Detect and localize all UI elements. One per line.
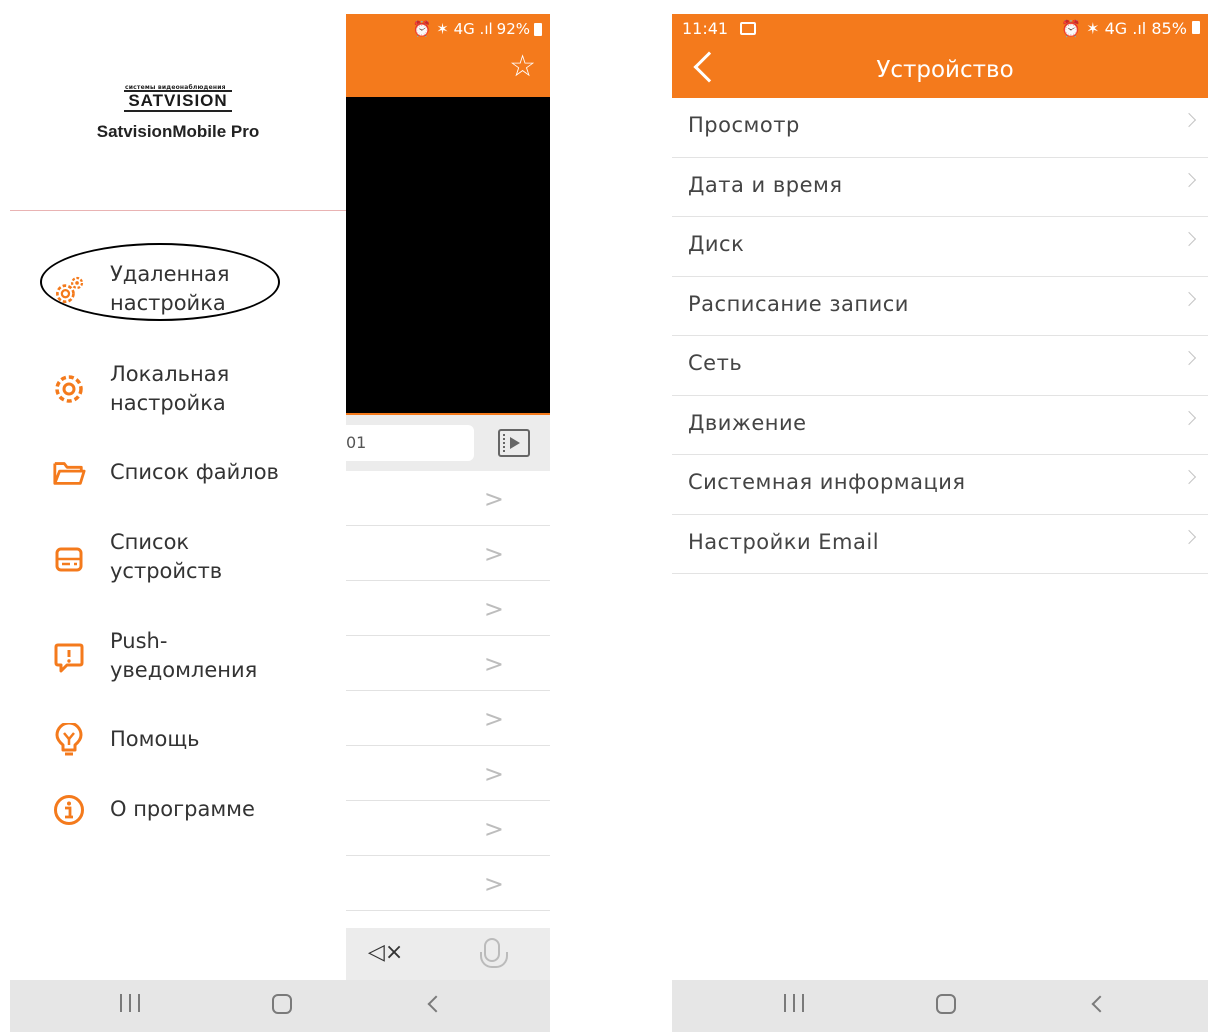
right-phone-screen: 11:41 ⏰ ✶ 4G .ıl 85% Устройство Просмотр… [672,14,1208,1032]
settings-item-label: Диск [688,232,745,256]
list-item[interactable]: > [346,856,550,911]
menu-item-label: Список устройств [110,530,223,583]
list-item[interactable]: > [346,691,550,746]
battery-level: 92% [496,20,530,38]
menu-item-about[interactable]: О программе [10,791,346,831]
highlight-annotation [40,243,280,321]
status-icons: ⏰ ✶ 4G .ıl [412,20,493,38]
channel-input[interactable]: 01 [346,425,474,461]
chevron-right-icon [1181,172,1197,187]
chevron-right-icon: > [483,595,504,623]
push-notification-icon [52,641,86,675]
info-icon [52,793,86,827]
list-item[interactable]: > [346,526,550,581]
app-name: SatvisionMobile Pro [96,122,260,141]
menu-item-label: Список файлов [110,460,279,484]
app-header: Устройство [672,44,1208,98]
menu-item-label: О программе [110,797,255,821]
battery-icon [1192,21,1200,34]
chevron-right-icon [1181,529,1197,544]
brand-logo: SATVISION [124,90,232,112]
background-live-view: ⏰ ✶ 4G .ıl 92% ☆ 01 > > > > > > > > ◁× [346,14,550,980]
video-preview[interactable] [346,97,550,415]
recents-icon[interactable] [120,994,140,1014]
star-icon[interactable]: ☆ [509,52,536,82]
gallery-notification-icon [740,22,756,35]
settings-item-network[interactable]: Сеть [672,336,1208,396]
menu-item-file-list[interactable]: Список файлов [10,454,346,494]
navigation-drawer: системы видеонаблюдения SATVISION Satvis… [10,14,346,980]
list-item[interactable]: > [346,581,550,636]
status-time: 11:41 [682,19,729,38]
home-icon[interactable] [936,994,956,1014]
battery-icon [534,22,542,36]
chevron-right-icon: > [483,760,504,788]
settings-item-label: Сеть [688,351,743,375]
menu-item-label: Помощь [110,727,200,751]
recents-icon[interactable] [784,994,804,1014]
menu-item-help[interactable]: Помощь [10,721,346,761]
chevron-right-icon [1181,410,1197,425]
chevron-right-icon: > [483,650,504,678]
status-icons: ⏰ ✶ 4G .ıl 85% [1061,19,1200,38]
chevron-right-icon: > [483,540,504,568]
lightbulb-help-icon [52,723,86,757]
settings-item-label: Движение [688,410,807,435]
list-item[interactable]: > [346,746,550,801]
back-nav-icon[interactable] [1091,995,1109,1013]
list-item[interactable]: > [346,636,550,691]
back-nav-icon[interactable] [427,995,445,1013]
device-list-icon [52,542,86,576]
settings-item-system-info[interactable]: Системная информация [672,455,1208,515]
settings-item-label: Настройки Email [688,529,880,554]
menu-item-label: Локальная настройка [110,362,230,415]
chevron-right-icon [1181,291,1197,306]
settings-item-email[interactable]: Настройки Email [672,515,1208,574]
menu-item-label: Push-уведомления [110,629,258,682]
chevron-right-icon [1181,350,1197,366]
local-settings-gear-icon [52,372,86,406]
audio-toolbar: ◁× [346,928,550,980]
chevron-right-icon [1181,112,1197,128]
app-header: ☆ [346,44,550,97]
settings-item-record-schedule[interactable]: Расписание записи [672,277,1208,336]
settings-item-label: Дата и время [688,172,843,197]
list-item[interactable]: > [346,471,550,526]
settings-item-motion[interactable]: Движение [672,396,1208,455]
menu-item-push-notifications[interactable]: Push-уведомления [10,627,346,687]
speaker-mute-icon[interactable]: ◁× [368,940,403,965]
home-icon[interactable] [272,994,292,1014]
chevron-right-icon: > [483,870,504,898]
chevron-right-icon: > [483,705,504,733]
settings-item-date-time[interactable]: Дата и время [672,158,1208,217]
settings-list: Просмотр Дата и время Диск Расписание за… [672,98,1208,574]
settings-item-label: Расписание записи [688,291,909,316]
playback-film-icon[interactable] [498,429,530,457]
settings-item-preview[interactable]: Просмотр [672,98,1208,158]
list-item[interactable]: > [346,801,550,856]
system-nav-bar [10,980,550,1032]
settings-item-disk[interactable]: Диск [672,217,1208,277]
left-phone-screen: ⏰ ✶ 4G .ıl 92% ☆ 01 > > > > > > > > ◁× с… [10,14,550,1032]
status-bar: ⏰ ✶ 4G .ıl 92% [346,14,550,44]
system-nav-bar [672,980,1208,1032]
channel-bar: 01 [346,415,550,471]
chevron-right-icon: > [483,815,504,843]
page-title: Устройство [876,57,1014,83]
chevron-right-icon [1181,469,1197,485]
menu-item-local-settings[interactable]: Локальная настройка [10,360,346,420]
settings-item-label: Просмотр [688,113,800,137]
status-bar: 11:41 ⏰ ✶ 4G .ıl 85% [672,14,1208,44]
divider [10,210,346,211]
chevron-right-icon: > [483,485,504,513]
battery-level: 85% [1151,19,1187,38]
folder-icon [52,456,86,490]
microphone-icon[interactable] [480,938,508,968]
settings-item-label: Системная информация [688,470,966,494]
menu-item-device-list[interactable]: Список устройств [10,528,346,588]
chevron-right-icon [1181,231,1197,247]
signal-icons: ⏰ ✶ 4G .ıl [1061,19,1147,38]
